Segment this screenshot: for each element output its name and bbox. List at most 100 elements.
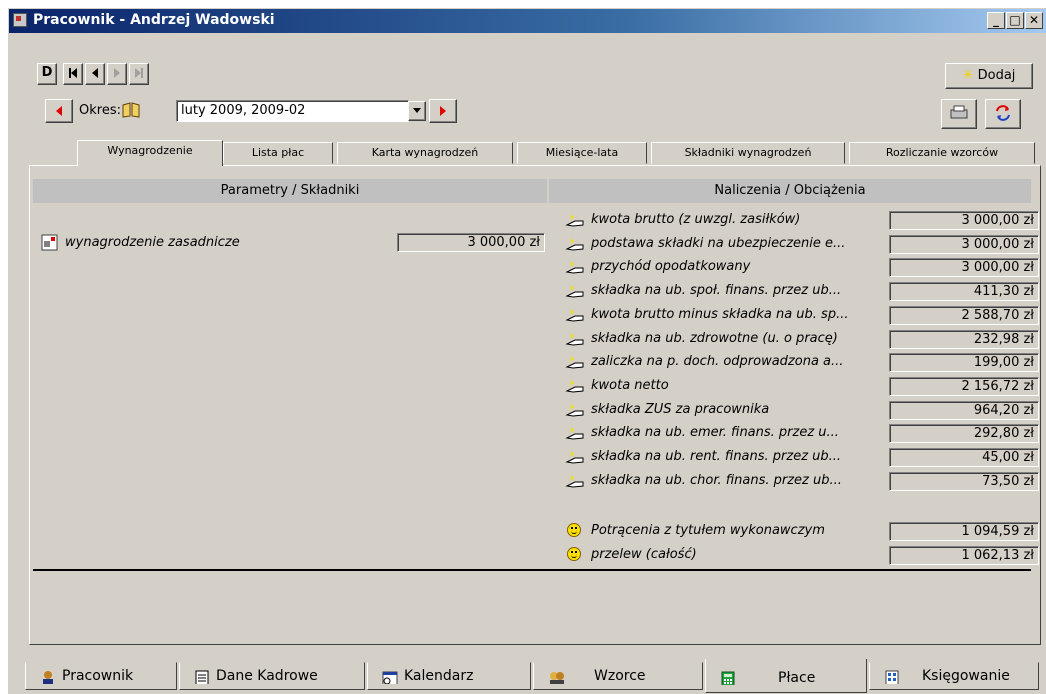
calculation-value[interactable]: 45,00 zł [889,448,1039,467]
left-panel-header: Parametry / Składniki [33,179,547,203]
hand-icon [565,404,584,417]
period-select[interactable]: luty 2009, 2009-02 [176,100,409,122]
minimize-button[interactable]: _ [987,12,1005,29]
bottom-tab-ksiegowanie[interactable]: Księgowanie [869,662,1039,690]
tab-label: Składniki wynagrodzeń [684,146,812,159]
add-button-label: Dodaj [977,68,1016,83]
calculation-value[interactable]: 2 156,72 zł [889,377,1039,396]
calculation-label: składka na ub. chor. finans. przez ub... [591,473,842,488]
calculation-value[interactable]: 232,98 zł [889,330,1039,349]
next-period-button[interactable] [429,99,457,123]
base-salary-label: wynagrodzenie zasadnicze [65,235,240,250]
people-icon [550,672,564,684]
title-bar[interactable]: Pracownik - Andrzej Wadowski _ □ ✕ [9,9,1046,33]
calculation-label: podstawa składki na ubezpieczenie e... [591,236,846,251]
calculation-label: składka na ub. społ. finans. przez ub... [591,283,842,298]
hand-icon [565,261,584,274]
tab-skladniki-wynagrodzen[interactable]: Składniki wynagrodzeń [651,142,845,164]
calculation-label: składka na ub. zdrowotne (u. o pracę) [591,331,838,346]
bottom-tab-label: Kalendarz [404,668,474,684]
bottom-tab-dane-kadrowe[interactable]: Dane Kadrowe [179,662,365,690]
calculation-value[interactable]: 3 000,00 zł [889,235,1039,254]
maximize-button[interactable]: □ [1006,12,1024,29]
printer-icon [950,105,968,118]
bottom-tab-pracownik[interactable]: Pracownik [25,662,177,690]
hand-icon [565,309,584,322]
component-icon [41,234,58,251]
person-icon [43,671,53,684]
base-salary-value[interactable]: 3 000,00 zł [397,233,545,252]
ledger-icon [885,670,899,684]
period-dropdown-button[interactable] [408,101,426,121]
period-value: luty 2009, 2009-02 [181,103,306,118]
previous-period-button[interactable] [45,99,73,123]
calculation-value[interactable]: 3 000,00 zł [889,211,1039,230]
calculation-label: kwota netto [591,378,669,393]
chevron-down-icon [413,108,421,113]
calculation-label: składka na ub. emer. finans. przez u... [591,425,839,440]
hand-icon [565,356,584,369]
refresh-button[interactable] [985,99,1021,129]
smiley-icon [567,523,581,537]
hand-icon [565,285,584,298]
calculation-value[interactable]: 3 000,00 zł [889,258,1039,277]
calculation-label: zaliczka na p. doch. odprowadzona a... [591,354,844,369]
print-button[interactable] [941,99,977,129]
tab-label: Wynagrodzenie [107,144,193,157]
hand-icon [565,333,584,346]
tab-label: Lista płac [251,146,305,159]
smiley-icon [567,547,581,561]
main-window: Pracownik - Andrzej Wadowski _ □ ✕ D ✳ D… [8,8,1046,694]
new-record-button[interactable]: D [37,63,57,85]
tab-rozliczanie-wzorcow[interactable]: Rozliczanie wzorców [849,142,1035,164]
calculation-label: kwota brutto (z uwzgl. zasiłków) [591,212,801,227]
total-value[interactable]: 1 094,59 zł [889,522,1039,541]
tab-label: Karta wynagrodzeń [371,146,479,159]
bottom-tab-kalendarz[interactable]: Kalendarz [367,662,531,690]
hand-icon [565,427,584,440]
tab-miesiace-lata[interactable]: Miesiące-lata [517,142,647,164]
bottom-tab-label: Wzorce [594,668,646,684]
bottom-tab-label: Dane Kadrowe [216,668,318,684]
calculation-label: składka na ub. rent. finans. przez ub... [591,449,842,464]
hand-icon [565,214,584,227]
tab-lista-plac[interactable]: Lista płac [223,142,333,164]
tab-label: Rozliczanie wzorców [885,146,999,159]
calculation-value[interactable]: 292,80 zł [889,424,1039,443]
hand-icon [565,475,584,488]
bottom-tab-place[interactable]: Płace [705,659,867,693]
bottom-tab-wzorce[interactable]: Wzorce [533,662,703,690]
tab-karta-wynagrodzen[interactable]: Karta wynagrodzeń [337,142,513,164]
hand-icon [565,451,584,464]
total-value[interactable]: 1 062,13 zł [889,546,1039,565]
hand-icon [565,238,584,251]
close-button[interactable]: ✕ [1025,12,1043,29]
document-icon [195,670,209,684]
refresh-icon [996,104,1010,121]
add-button[interactable]: ✳ Dodaj [945,63,1033,89]
calculation-value[interactable]: 199,00 zł [889,353,1039,372]
calculation-value[interactable]: 73,50 zł [889,472,1039,491]
total-label: przelew (całość) [591,547,697,562]
calculation-value[interactable]: 964,20 zł [889,401,1039,420]
bottom-tab-label: Płace [778,670,816,686]
window-title: Pracownik - Andrzej Wadowski [33,12,275,28]
calculation-value[interactable]: 2 588,70 zł [889,306,1039,325]
first-record-button[interactable] [63,63,83,85]
calculation-value[interactable]: 411,30 zł [889,282,1039,301]
previous-record-button[interactable] [85,63,105,85]
hand-icon [565,380,584,393]
tab-wynagrodzenie[interactable]: Wynagrodzenie [77,140,223,166]
total-label: Potrącenia z tytułem wykonawczym [591,523,825,538]
calculation-label: składka ZUS za pracownika [591,402,770,417]
tab-label: Miesiące-lata [545,146,619,159]
calendar-icon [382,671,398,684]
period-label: Okres: [79,103,121,118]
last-record-button[interactable] [129,63,149,85]
calculation-label: przychód opodatkowany [591,259,751,274]
book-icon [122,102,140,118]
next-record-button[interactable] [107,63,127,85]
app-icon [13,13,27,27]
bottom-tab-label: Księgowanie [922,668,1010,684]
divider [33,569,1031,571]
